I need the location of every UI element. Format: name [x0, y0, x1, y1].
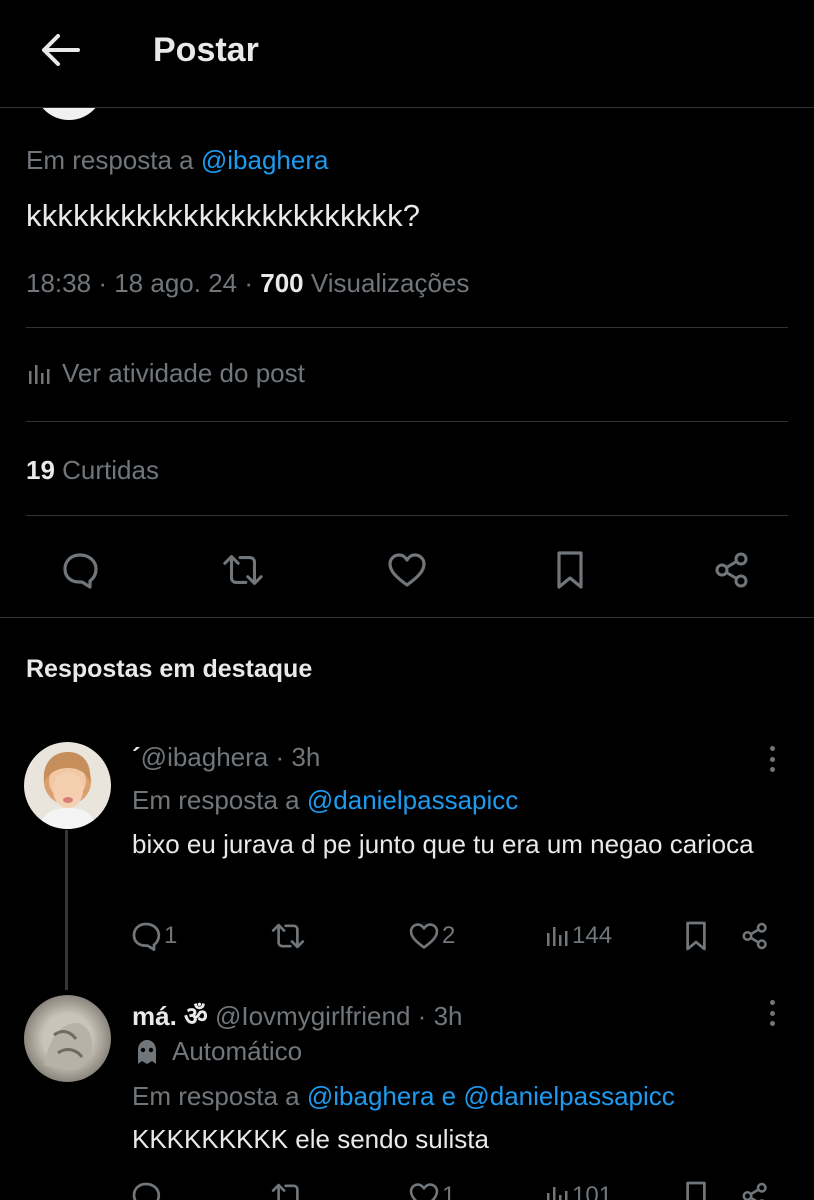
- reply-to-prefix: Em resposta a: [132, 785, 300, 815]
- bookmark-icon: [686, 921, 706, 951]
- repost-button[interactable]: [221, 548, 265, 592]
- bookmark-button[interactable]: [682, 916, 710, 956]
- reply-header: má. ॐ @Iovmygirlfriend · 3h: [132, 997, 463, 1033]
- back-button[interactable]: [36, 30, 84, 70]
- reply-to-prefix: Em resposta a: [132, 1081, 300, 1111]
- reply-button[interactable]: [130, 1176, 162, 1200]
- repost-icon: [271, 1183, 299, 1200]
- views-label[interactable]: Visualizações: [311, 268, 470, 298]
- reply-action-bar: 1 101: [130, 1176, 790, 1200]
- reply-avatar[interactable]: [24, 995, 111, 1082]
- more-options-button[interactable]: [762, 998, 782, 1028]
- divider: [0, 617, 814, 618]
- meta-separator: ·: [244, 268, 254, 298]
- reply-avatar[interactable]: [24, 742, 111, 829]
- reply-context: Em resposta a @danielpassapicc: [132, 785, 518, 816]
- like-button[interactable]: 2: [408, 916, 455, 956]
- activity-label: Ver atividade do post: [62, 358, 305, 388]
- analytics-icon: [29, 364, 50, 384]
- post-time: 18:38: [26, 268, 92, 298]
- repost-button[interactable]: [270, 1176, 306, 1200]
- meta-separator: ·: [417, 1001, 427, 1031]
- meta-separator: ·: [275, 742, 285, 772]
- share-icon: [715, 552, 748, 588]
- heart-icon: [388, 553, 426, 587]
- automated-text: Automático: [172, 1036, 303, 1066]
- share-button[interactable]: [740, 1176, 770, 1200]
- comment-icon: [63, 553, 98, 589]
- reply-time: 3h: [291, 742, 321, 772]
- bookmark-icon: [686, 1181, 706, 1200]
- post-text: kkkkkkkkkkkkkkkkkkkkkkkk?: [26, 198, 421, 233]
- thread-line: [65, 830, 68, 990]
- reply-context: Em resposta a @ibaghera e @danielpassapi…: [132, 1081, 675, 1112]
- reply-handle[interactable]: @Iovmygirlfriend: [215, 1001, 410, 1031]
- bookmark-icon: [557, 551, 583, 589]
- likes-count: 19: [26, 455, 55, 485]
- heart-icon: [409, 923, 439, 949]
- meta-separator: ·: [98, 268, 107, 298]
- automated-label[interactable]: Automático: [132, 1036, 302, 1067]
- comment-icon: [132, 1182, 161, 1200]
- reply-action-bar: 1 2 144: [130, 916, 790, 956]
- repost-button[interactable]: [270, 916, 306, 956]
- bot-icon: [138, 1039, 156, 1064]
- analytics-icon: [547, 1187, 568, 1200]
- post-meta: 18:38 · 18 ago. 24 · 700 Visualizações: [26, 268, 469, 299]
- reply-handle[interactable]: @ibaghera: [141, 742, 269, 772]
- views-button[interactable]: 101: [544, 1176, 612, 1200]
- reply-time: 3h: [433, 1001, 463, 1031]
- reply-to-handle-link[interactable]: @danielpassapicc: [307, 785, 518, 815]
- like-button[interactable]: [385, 548, 429, 592]
- views-count: 144: [572, 922, 613, 949]
- repost-icon: [271, 923, 305, 949]
- like-count: 2: [442, 922, 456, 949]
- views-button[interactable]: 144: [544, 916, 612, 956]
- reply-to-handle-link[interactable]: @ibaghera e @danielpassapicc: [307, 1081, 675, 1111]
- reply-context: Em resposta a @ibaghera: [26, 145, 328, 176]
- more-options-button[interactable]: [762, 744, 782, 774]
- post-date: 18 ago. 24: [114, 268, 238, 298]
- reply-text: bixo eu jurava d pe junto que tu era um …: [132, 829, 754, 859]
- likes-summary[interactable]: 19 Curtidas: [26, 455, 159, 486]
- reply-header: ´@ibaghera · 3h: [132, 742, 320, 773]
- page-title: Postar: [153, 31, 259, 69]
- arrow-left-icon: [42, 34, 80, 66]
- like-count: 1: [442, 1182, 456, 1200]
- reply-count: 1: [164, 922, 178, 949]
- bookmark-button[interactable]: [548, 548, 592, 592]
- section-title: Respostas em destaque: [26, 655, 313, 683]
- top-bar: Postar: [0, 0, 814, 108]
- share-icon: [742, 1182, 767, 1200]
- bookmark-button[interactable]: [682, 1176, 710, 1200]
- views-count: 700: [260, 268, 304, 298]
- reply-button[interactable]: 1: [130, 916, 177, 956]
- likes-label: Curtidas: [62, 455, 159, 485]
- reply-to-prefix: Em resposta a: [26, 145, 194, 175]
- post-action-bar: [0, 540, 814, 596]
- like-button[interactable]: 1: [408, 1176, 455, 1200]
- reply-text: KKKKKKKKK ele sendo sulista: [132, 1124, 489, 1154]
- reply-display-name[interactable]: má. ॐ: [132, 1001, 208, 1031]
- share-button[interactable]: [740, 916, 770, 956]
- share-icon: [742, 922, 767, 950]
- reply-to-handle-link[interactable]: @ibaghera: [201, 145, 329, 175]
- repost-icon: [223, 555, 263, 585]
- divider: [26, 421, 788, 422]
- profile-photo-icon: [44, 1022, 93, 1071]
- divider: [26, 515, 788, 516]
- comment-icon: [132, 922, 161, 951]
- reply-button[interactable]: [58, 548, 102, 592]
- profile-photo-icon: [39, 752, 97, 829]
- views-count: 101: [572, 1182, 613, 1200]
- reply-display-name[interactable]: ´: [132, 742, 141, 772]
- share-button[interactable]: [710, 548, 754, 592]
- divider: [26, 327, 788, 328]
- post-activity-link[interactable]: Ver atividade do post: [26, 358, 305, 389]
- analytics-icon: [547, 927, 568, 946]
- heart-icon: [409, 1183, 439, 1200]
